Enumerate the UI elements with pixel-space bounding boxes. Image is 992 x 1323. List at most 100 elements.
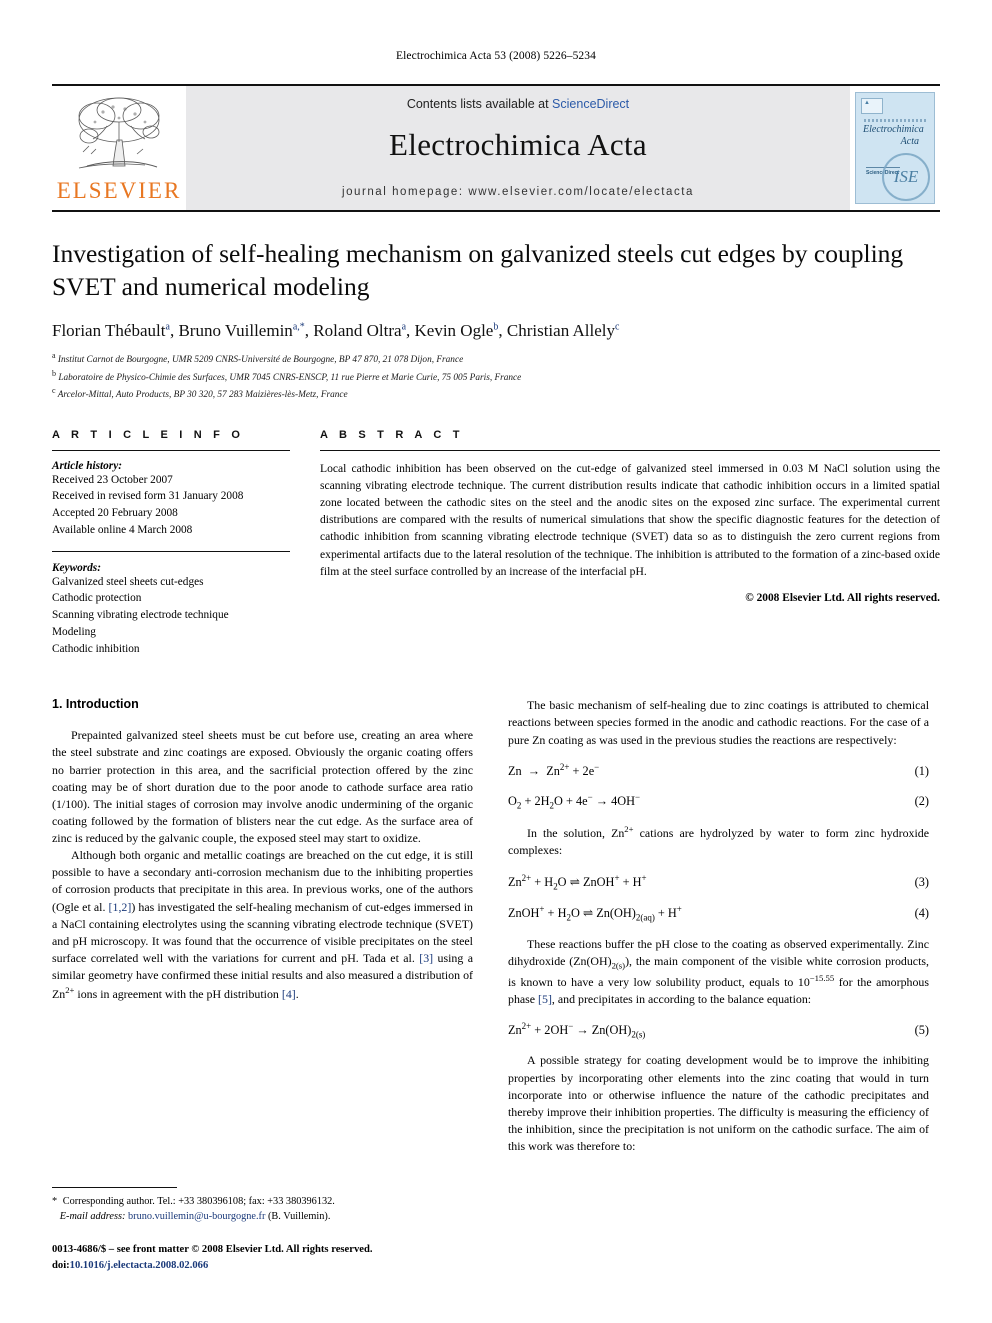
abstract-rule: [320, 449, 940, 451]
article-info-rule: [52, 449, 290, 451]
affiliation-text: Institut Carnot de Bourgogne, UMR 5209 C…: [57, 355, 464, 366]
citation-link[interactable]: [3]: [419, 951, 433, 965]
para-text: .: [295, 987, 299, 1002]
info-and-abstract: A R T I C L E I N F O Article history: R…: [52, 429, 940, 657]
ise-society-logo-icon: ISE: [882, 153, 930, 201]
paragraph-with-citations: Although both organic and metallic coati…: [52, 847, 473, 1003]
equation-row: O2 + 2H2O + 4e− → 4OH− (2): [508, 792, 929, 811]
cover-journal-title: Electrochimica Acta: [863, 124, 927, 147]
equation-3-body: Zn2+ + H2O ⇌ ZnOH+ + H+: [508, 872, 647, 892]
cover-image: ▲ Electrochimica Acta ScienceDirect ISE: [855, 92, 935, 204]
equation-4-body: ZnOH+ + H2O ⇌ Zn(OH)2(aq) + H+: [508, 904, 682, 923]
cover-tree-icon: ▲: [864, 100, 870, 106]
running-head: Electrochimica Acta 53 (2008) 5226–5234: [396, 50, 596, 62]
email-label: E-mail address:: [59, 1211, 126, 1223]
paragraph: In the solution, Zn2+ cations are hydrol…: [508, 824, 929, 858]
corresponding-author-marker: *: [52, 1196, 58, 1208]
affiliation-text: Laboratoire de Physico-Chimie des Surfac…: [58, 372, 522, 383]
issn-line: 0013-4686/$ – see front matter © 2008 El…: [52, 1244, 373, 1256]
equation-row: Zn2+ + 2OH− → Zn(OH)2(s) (5): [508, 1021, 929, 1040]
keyword-item: Modeling: [52, 625, 96, 638]
subscript-state: 2(s): [611, 960, 626, 971]
right-column: The basic mechanism of self-healing due …: [508, 697, 929, 1155]
cover-microtext-line: [864, 119, 926, 122]
section-heading-introduction: 1. Introduction: [52, 697, 139, 712]
citation-link[interactable]: [5]: [538, 992, 552, 1006]
contents-available-prefix: Contents lists available at: [406, 97, 553, 111]
paragraph-with-citations: These reactions buffer the pH close to t…: [508, 936, 929, 1008]
para-text: , and precipitates in according to the b…: [551, 991, 812, 1006]
affiliation-item: b Laboratoire de Physico-Chimie des Surf…: [52, 368, 940, 386]
abstract-text: Local cathodic inhibition has been obser…: [320, 461, 940, 578]
equation-row: Zn2+ + H2O ⇌ ZnOH+ + H+ (3): [508, 873, 929, 892]
doi-prefix: doi:: [52, 1259, 70, 1271]
sciencedirect-link[interactable]: ScienceDirect: [552, 97, 629, 111]
article-history-label: Article history:: [52, 459, 122, 472]
affiliation-text: Arcelor-Mittal, Auto Products, BP 30 320…: [57, 390, 348, 401]
journal-cover-thumbnail: ▲ Electrochimica Acta ScienceDirect ISE: [850, 86, 940, 210]
equation-row: ZnOH+ + H2O ⇌ Zn(OH)2(aq) + H+ (4): [508, 904, 929, 923]
journal-title: Electrochimica Acta: [389, 127, 647, 162]
keywords-rule: [52, 550, 290, 552]
doi-line: doi:10.1016/j.electacta.2008.02.066: [52, 1258, 473, 1273]
elsevier-logo: ELSEVIER: [52, 86, 186, 210]
journal-article-page: Electrochimica Acta 53 (2008) 5226–5234: [0, 0, 992, 1323]
equation-2-body: O2 + 2H2O + 4e− → 4OH−: [508, 791, 641, 811]
doi-link[interactable]: 10.1016/j.electacta.2008.02.066: [70, 1260, 209, 1271]
abstract-column: A B S T R A C T Local cathodic inhibitio…: [320, 429, 940, 657]
equation-1-body: Zn → Zn2+ + 2e−: [508, 761, 600, 778]
masthead-banner: Contents lists available at ScienceDirec…: [186, 86, 850, 210]
email-owner: (B. Vuillemin).: [265, 1211, 331, 1223]
left-column: 1. Introduction Prepainted galvanized st…: [52, 697, 473, 1155]
paragraph: A possible strategy for coating developm…: [508, 1053, 929, 1154]
article-history-item: Received in revised form 31 January 2008: [52, 490, 244, 503]
elsevier-tree-icon: [78, 97, 160, 169]
affiliation-item: c Arcelor-Mittal, Auto Products, BP 30 3…: [52, 385, 940, 403]
corresponding-author-text: Corresponding author. Tel.: +33 38039610…: [60, 1196, 335, 1208]
article-info-heading: A R T I C L E I N F O: [52, 428, 245, 441]
equation-5-body: Zn2+ + 2OH− → Zn(OH)2(s): [508, 1020, 646, 1040]
citation-link[interactable]: [1,2]: [109, 900, 132, 914]
page-footer: * Corresponding author. Tel.: +33 380396…: [52, 1187, 473, 1273]
para-text: ions in agreement with the pH distributi…: [74, 987, 282, 1002]
journal-masthead: ELSEVIER Contents lists available at Sci…: [52, 84, 940, 210]
keyword-item: Scanning vibrating electrode technique: [52, 609, 229, 622]
affiliation-mark: a: [52, 351, 56, 361]
paragraph: Prepainted galvanized steel sheets must …: [52, 728, 473, 846]
keywords-label: Keywords:: [52, 561, 101, 574]
article-history-item: Received 23 October 2007: [52, 473, 173, 486]
affiliation-item: a Institut Carnot de Bourgogne, UMR 5209…: [52, 350, 940, 368]
corresponding-author-note: * Corresponding author. Tel.: +33 380396…: [52, 1195, 473, 1225]
abstract-copyright: © 2008 Elsevier Ltd. All rights reserved…: [745, 591, 940, 604]
body-columns: 1. Introduction Prepainted galvanized st…: [52, 697, 940, 1155]
contents-available-line: Contents lists available at ScienceDirec…: [407, 97, 629, 111]
article-history-item: Accepted 20 February 2008: [52, 507, 178, 520]
title-block: Investigation of self-healing mechanism …: [52, 238, 940, 403]
page-title: Investigation of self-healing mechanism …: [52, 239, 904, 301]
equation-5-number: (5): [914, 1022, 929, 1037]
paragraph: The basic mechanism of self-healing due …: [508, 698, 929, 747]
article-info-column: A R T I C L E I N F O Article history: R…: [52, 429, 290, 657]
superscript-exponent: −15.55: [809, 972, 835, 983]
keyword-item: Cathodic protection: [52, 592, 142, 605]
cover-elsevier-logo-icon: ▲: [861, 98, 883, 114]
affiliation-list: a Institut Carnot de Bourgogne, UMR 5209…: [52, 350, 940, 403]
citation-link[interactable]: [4]: [282, 987, 296, 1001]
equation-4-number: (4): [914, 906, 929, 921]
issn-and-doi-block: 0013-4686/$ – see front matter © 2008 El…: [52, 1242, 473, 1273]
equation-2-number: (2): [914, 793, 929, 808]
masthead-bottom-rule: [52, 210, 940, 212]
equation-3-number: (3): [914, 874, 929, 889]
keyword-item: Cathodic inhibition: [52, 642, 140, 655]
cover-title-line1: Electrochimica: [863, 124, 924, 135]
equation-1-number: (1): [914, 763, 929, 778]
email-link[interactable]: bruno.vuillemin@u-bourgogne.fr: [128, 1211, 265, 1222]
footnote-rule: [52, 1187, 177, 1189]
article-history-item: Available online 4 March 2008: [52, 523, 193, 536]
affiliation-mark: b: [52, 368, 56, 378]
cover-title-line2: Acta: [900, 135, 919, 147]
affiliation-mark: c: [52, 386, 56, 396]
author-list: Florian Thébaulta, Bruno Vuillemina,*, R…: [52, 321, 620, 341]
elsevier-wordmark: ELSEVIER: [56, 178, 182, 203]
journal-homepage-link[interactable]: journal homepage: www.elsevier.com/locat…: [186, 186, 850, 198]
